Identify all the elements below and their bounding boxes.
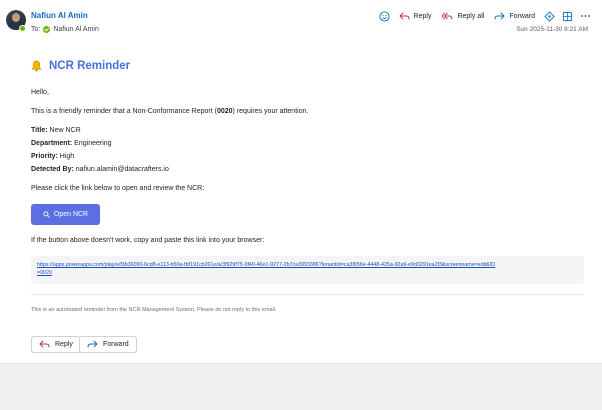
recipient-status-icon [43, 26, 51, 33]
click-prompt: Please click the link below to open and … [31, 185, 205, 192]
email-header: Nafiun Al Amin To: Nafiun Al Amin Sun 20… [0, 0, 602, 44]
more-icon[interactable] [576, 8, 594, 24]
presence-available-icon [19, 25, 26, 32]
field-value: Engineering [72, 140, 112, 147]
grid-icon[interactable] [558, 8, 576, 24]
intro-paragraph: This is a friendly reminder that a Non-C… [31, 108, 308, 115]
reply-icon [39, 340, 50, 348]
divider [31, 294, 584, 295]
reply-label: Reply [413, 12, 432, 20]
open-ncr-button[interactable]: Open NCR [31, 204, 100, 225]
reply-all-label: Reply all [457, 12, 485, 20]
reply-all-button[interactable]: Reply all [436, 8, 489, 24]
footer-reply-button[interactable]: Reply [31, 336, 81, 353]
email-body: NCR Reminder Hello, This is a friendly r… [31, 58, 586, 313]
link-box: https://apps.powerapps.com/play/e/f3b360… [31, 256, 584, 284]
fallback-text: If the button above doesn't work, copy a… [31, 237, 265, 244]
greeting: Hello, [31, 89, 49, 96]
field-title: Title: New NCR [31, 127, 81, 134]
recipient-name[interactable]: Nafiun Al Amin [53, 26, 99, 33]
bell-icon [31, 60, 42, 72]
reply-all-icon [441, 12, 453, 20]
ncr-link-line2[interactable]: =0020 [37, 269, 578, 277]
report-number: 0020 [216, 108, 233, 115]
email-reading-pane: Nafiun Al Amin To: Nafiun Al Amin Sun 20… [0, 0, 602, 364]
intro-after: ) requires your attention. [232, 108, 309, 115]
reply-button[interactable]: Reply [394, 8, 437, 24]
forward-icon [494, 12, 506, 20]
field-label: Detected By: [31, 166, 74, 173]
footer-forward-button[interactable]: Forward [79, 336, 137, 353]
field-value: nafiun.alamin@datacrafters.io [73, 166, 169, 173]
open-ncr-label: Open NCR [53, 211, 89, 218]
field-detected-by: Detected By: nafiun.alamin@datacrafters.… [31, 166, 169, 173]
footnote: This is an automated reminder from the N… [31, 307, 277, 313]
field-label: Department: [31, 140, 73, 147]
recipient-row: To: Nafiun Al Amin [31, 26, 99, 33]
footer-reply-label: Reply [55, 341, 73, 348]
apps-icon[interactable] [540, 8, 558, 24]
email-title: NCR Reminder [31, 58, 586, 74]
to-label: To: [31, 26, 41, 33]
emoji-icon[interactable] [376, 8, 394, 24]
reply-icon [398, 12, 410, 20]
message-actions: Reply Reply all Forward [376, 8, 594, 24]
forward-label: Forward [509, 12, 535, 20]
intro-before: This is a friendly reminder that a Non-C… [31, 108, 217, 115]
field-department: Department: Engineering [31, 140, 112, 147]
forward-button[interactable]: Forward [489, 8, 540, 24]
forward-icon [87, 340, 98, 348]
sender-name[interactable]: Nafiun Al Amin [31, 11, 88, 20]
email-title-text: NCR Reminder [49, 60, 131, 72]
field-label: Priority: [31, 153, 58, 160]
sent-date: Sun 2025-11-30 8:21 AM [516, 26, 588, 33]
field-value: New NCR [47, 127, 81, 134]
search-icon [43, 211, 50, 218]
footer-forward-label: Forward [103, 341, 129, 348]
field-label: Title: [31, 127, 48, 134]
field-value: High [57, 153, 75, 160]
ncr-link-line1[interactable]: https://apps.powerapps.com/play/e/f3b360… [37, 261, 578, 269]
field-priority: Priority: High [31, 153, 74, 160]
